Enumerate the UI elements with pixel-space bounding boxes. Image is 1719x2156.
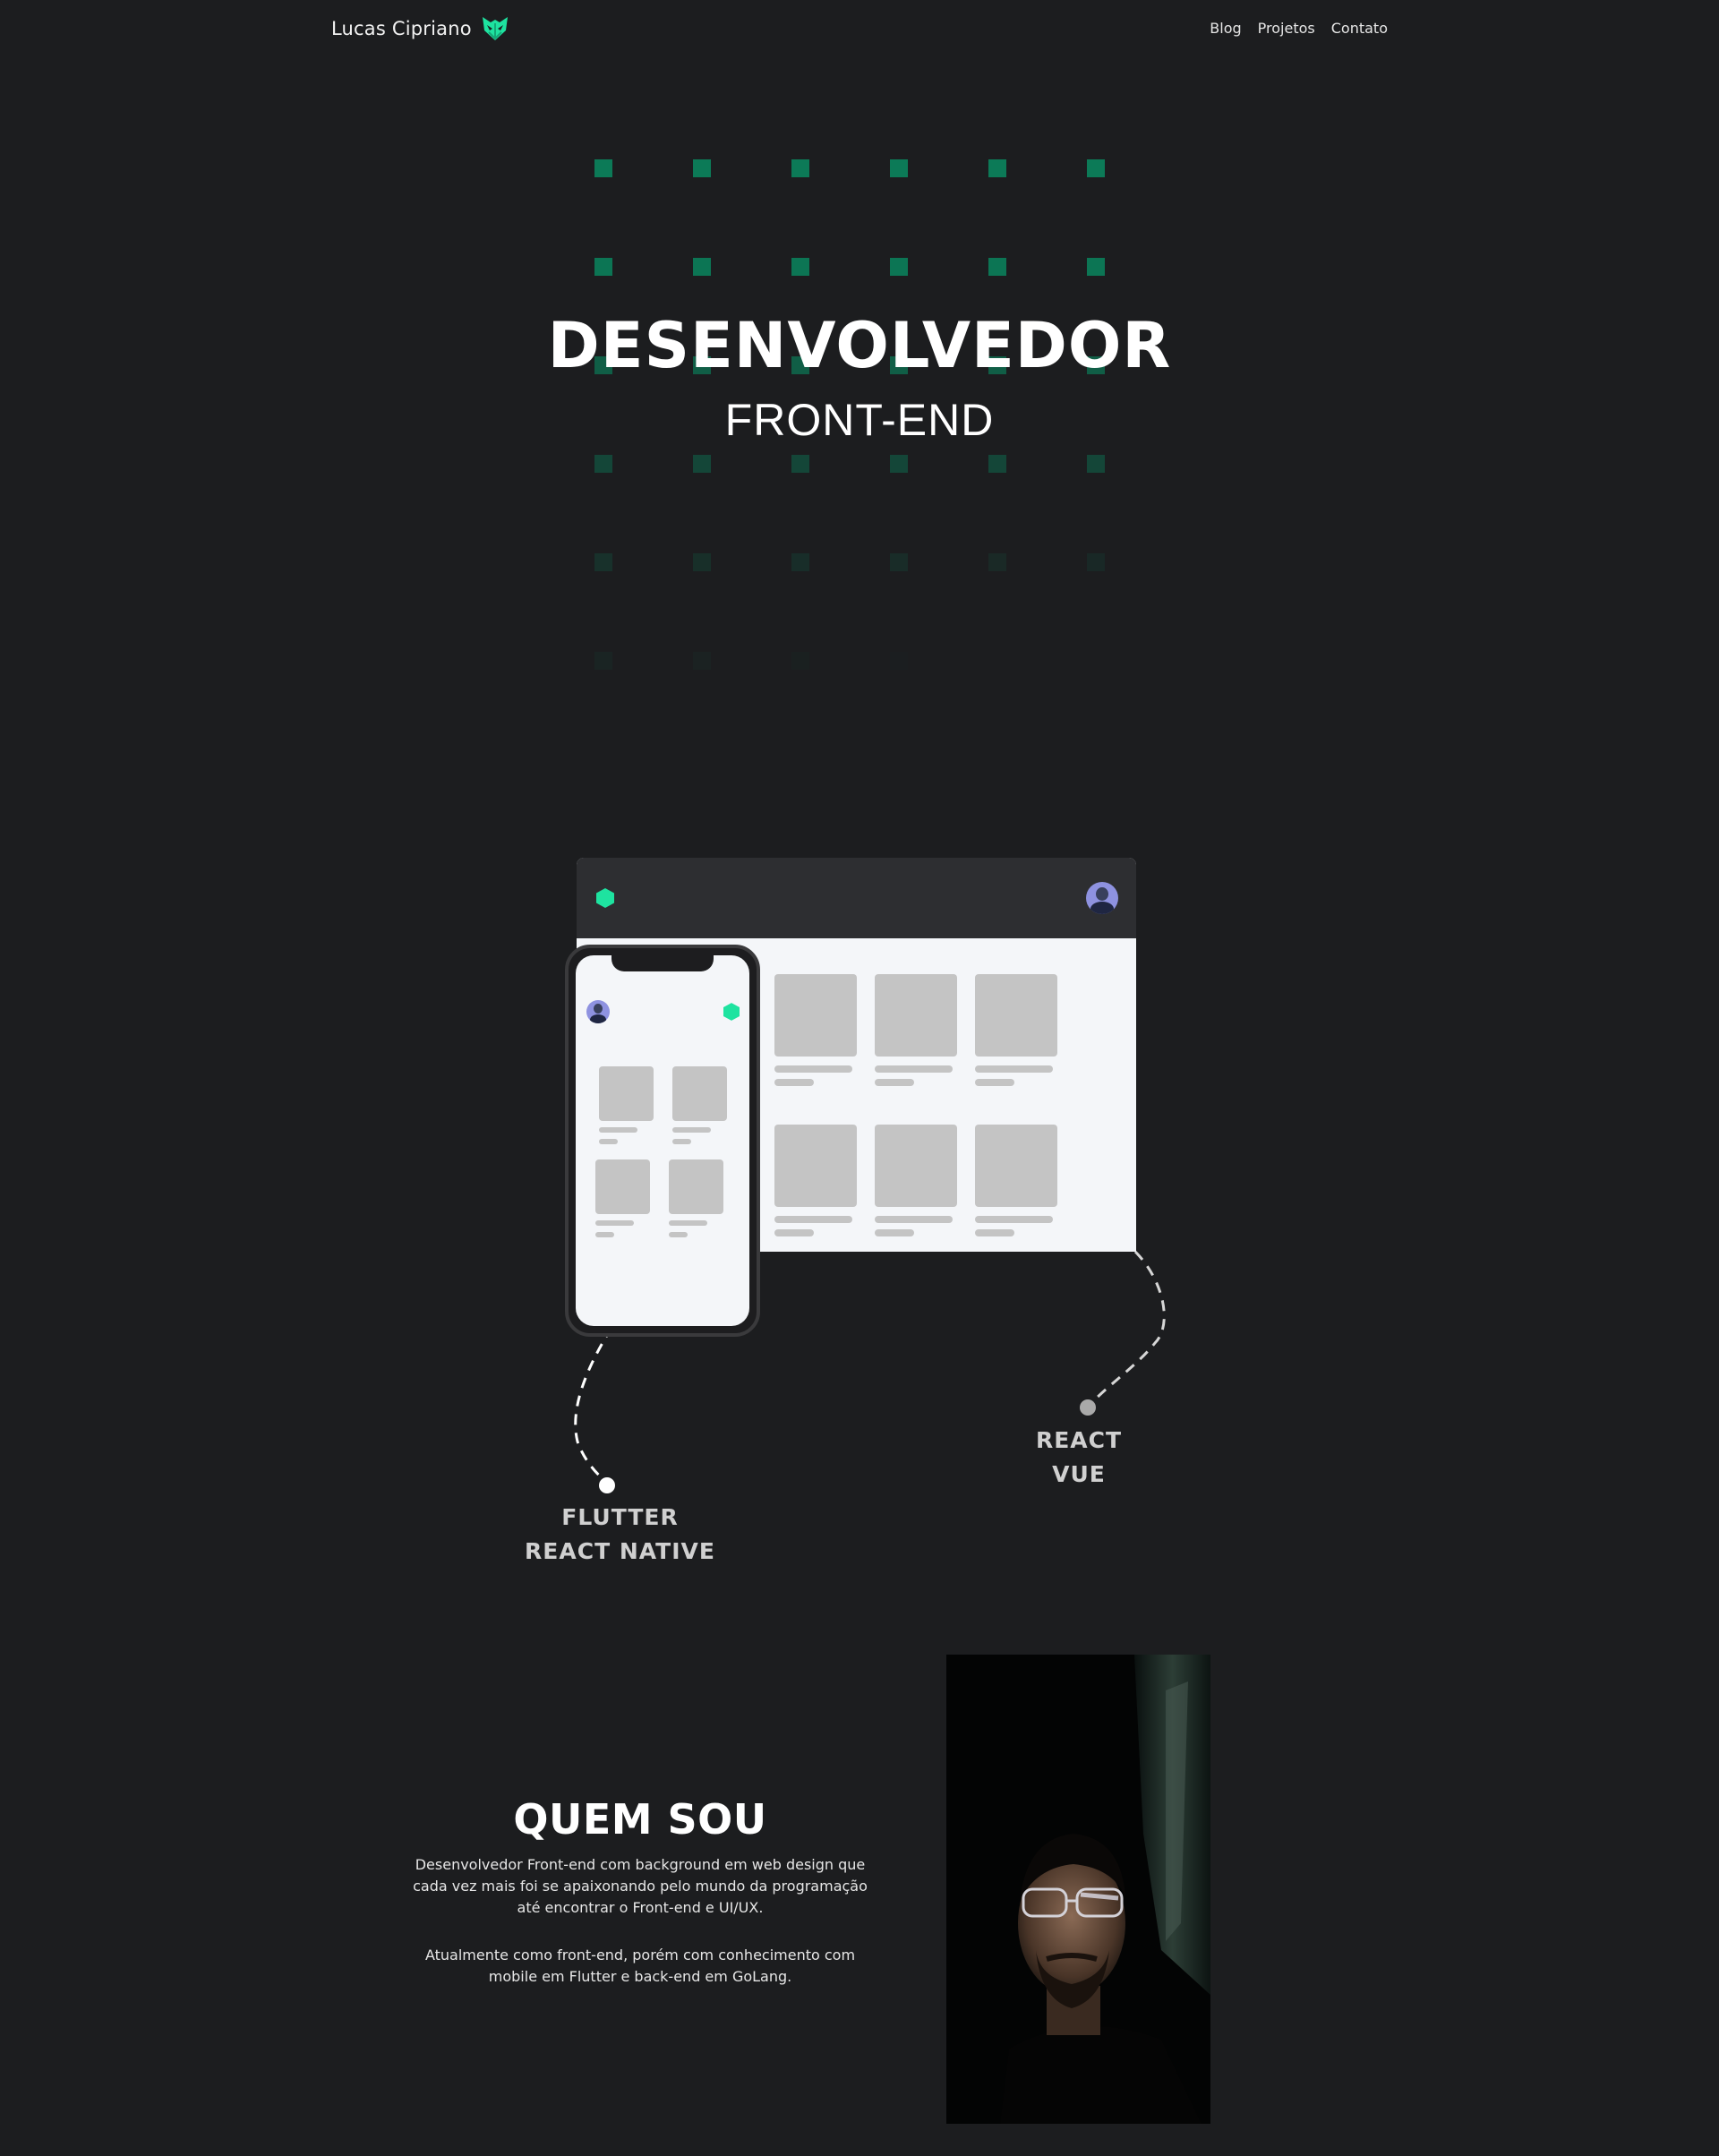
- hero-subtitle: FRONT-END: [724, 395, 995, 445]
- placeholder-line: [669, 1232, 688, 1237]
- decorative-square: [594, 455, 612, 473]
- placeholder-card: [774, 974, 857, 1057]
- decorative-square: [693, 258, 711, 276]
- placeholder-line: [774, 1065, 852, 1073]
- placeholder-line: [599, 1127, 637, 1133]
- decorative-square: [1087, 258, 1105, 276]
- decorative-square: [791, 553, 809, 571]
- smartphone-mockup: [565, 945, 760, 1337]
- decorative-square: [1087, 553, 1105, 571]
- placeholder-line: [875, 1079, 914, 1086]
- placeholder-line: [595, 1220, 634, 1226]
- about-paragraph: Desenvolvedor Front-end com background e…: [413, 1856, 868, 1916]
- decorative-square: [988, 159, 1006, 177]
- about-paragraph: Atualmente como front-end, porém com con…: [424, 1946, 856, 1985]
- portrait-illustration: [946, 1655, 1210, 2124]
- placeholder-line: [975, 1216, 1053, 1223]
- placeholder-line: [672, 1127, 711, 1133]
- placeholder-line: [595, 1232, 614, 1237]
- decorative-square: [693, 159, 711, 177]
- decorative-square: [988, 553, 1006, 571]
- about-title: QUEM SOU: [513, 1795, 767, 1844]
- page: Lucas Cipriano Blog Projetos Contato DES…: [0, 0, 1719, 2156]
- decorative-square: [693, 455, 711, 473]
- placeholder-line: [599, 1139, 618, 1144]
- decorative-square: [791, 455, 809, 473]
- decorative-square: [594, 159, 612, 177]
- decorative-square: [594, 258, 612, 276]
- placeholder-line: [975, 1079, 1014, 1086]
- phone-hexagon-logo-icon: [723, 1003, 740, 1021]
- mobile-stack-label: FLUTTER REACT NATIVE: [501, 1501, 739, 1569]
- placeholder-line: [672, 1139, 691, 1144]
- placeholder-card: [672, 1066, 727, 1121]
- placeholder-line: [975, 1229, 1014, 1236]
- mobile-stack-item: REACT NATIVE: [525, 1538, 715, 1564]
- placeholder-card: [669, 1159, 723, 1214]
- placeholder-line: [875, 1229, 914, 1236]
- placeholder-line: [669, 1220, 707, 1226]
- user-avatar: [1086, 882, 1118, 914]
- decorative-square: [791, 258, 809, 276]
- placeholder-card: [774, 1125, 857, 1207]
- decorative-square: [791, 159, 809, 177]
- decorative-square: [693, 652, 711, 670]
- placeholder-line: [975, 1065, 1053, 1073]
- web-stack-label: REACT VUE: [994, 1424, 1164, 1492]
- placeholder-line: [774, 1229, 814, 1236]
- web-stack-item: VUE: [1052, 1461, 1106, 1487]
- decorative-square: [791, 652, 809, 670]
- decorative-square: [594, 553, 612, 571]
- placeholder-line: [774, 1079, 814, 1086]
- placeholder-line: [875, 1065, 953, 1073]
- phone-screen: [576, 955, 749, 1326]
- placeholder-card: [595, 1159, 650, 1214]
- browser-top-bar: [577, 858, 1136, 938]
- phone-user-avatar: [586, 1000, 610, 1023]
- decorative-square: [890, 455, 908, 473]
- decorative-square: [890, 159, 908, 177]
- profile-photo: [946, 1655, 1210, 2124]
- decorative-square: [988, 258, 1006, 276]
- placeholder-card: [975, 974, 1057, 1057]
- hero-title: DESENVOLVEDOR: [547, 309, 1172, 382]
- decorative-square: [890, 553, 908, 571]
- mobile-stack-item: FLUTTER: [561, 1504, 679, 1530]
- placeholder-line: [774, 1216, 852, 1223]
- placeholder-card: [599, 1066, 654, 1121]
- decorative-square: [890, 258, 908, 276]
- phone-notch: [611, 955, 714, 971]
- hexagon-logo-icon: [596, 888, 614, 908]
- web-stack-item: REACT: [1035, 1427, 1123, 1453]
- decorative-square: [890, 652, 908, 670]
- decorative-square: [1087, 159, 1105, 177]
- decorative-square: [693, 553, 711, 571]
- decorative-square: [988, 455, 1006, 473]
- placeholder-line: [875, 1216, 953, 1223]
- placeholder-card: [975, 1125, 1057, 1207]
- decorative-square: [594, 652, 612, 670]
- placeholder-card: [875, 974, 957, 1057]
- placeholder-card: [875, 1125, 957, 1207]
- decorative-square: [1087, 455, 1105, 473]
